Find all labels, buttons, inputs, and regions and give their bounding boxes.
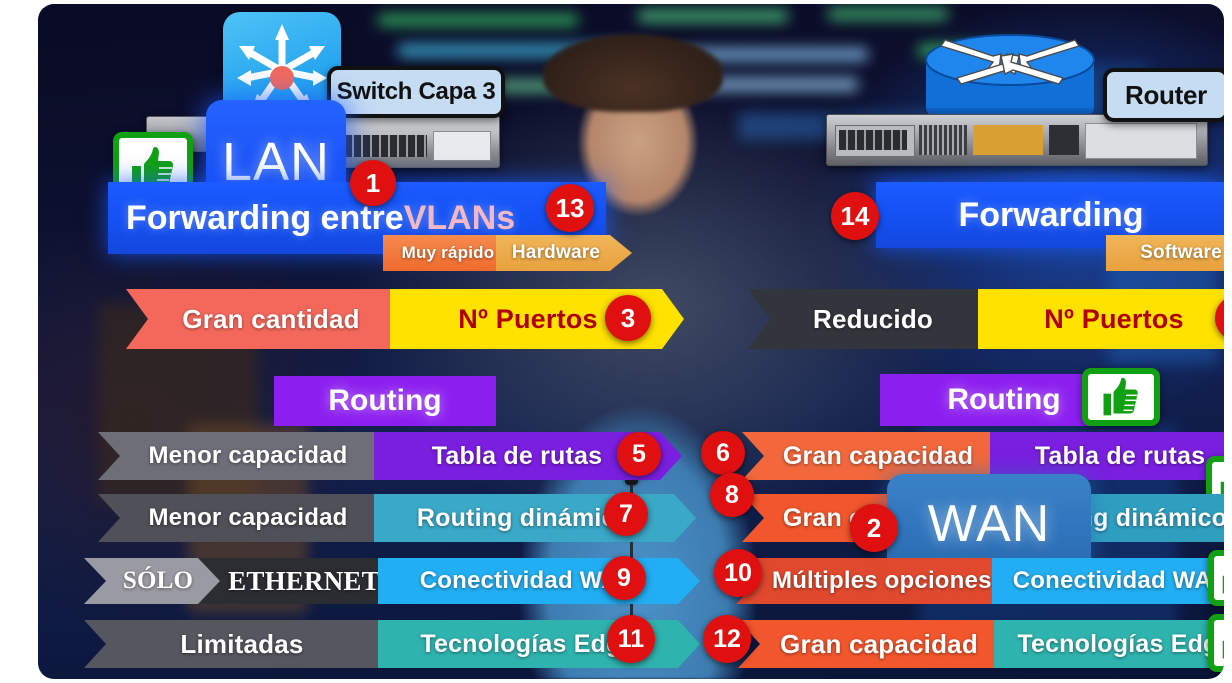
row-edge-left-value: Limitadas bbox=[84, 620, 400, 668]
badge-7[interactable]: 7 bbox=[604, 492, 648, 536]
tag-muy-rapido-label: Muy rápido bbox=[401, 243, 495, 262]
switch-callout: Switch Capa 3 bbox=[327, 66, 505, 118]
slide-root: Switch Capa 3 LAN Router Forwarding entr… bbox=[0, 0, 1232, 683]
badge-13[interactable]: 13 bbox=[546, 184, 594, 232]
badge-5-label: 5 bbox=[632, 439, 646, 468]
row-edge-right-key: Tecnologías Edge bbox=[994, 620, 1224, 668]
badge-1-label: 1 bbox=[365, 167, 381, 198]
row-wanconn-left-label-a: SÓLO bbox=[122, 567, 194, 594]
row-routetable-right-label: Gran capacidad bbox=[782, 441, 974, 470]
row-wanconn-left-key: Conectividad WAN bbox=[378, 558, 700, 604]
row-edge-left-key-label: Tecnologías Edge bbox=[420, 629, 636, 658]
thumbs-up-icon bbox=[1082, 368, 1160, 426]
banner-text-primary: Forwarding entre bbox=[126, 198, 404, 237]
badge-12-label: 12 bbox=[713, 624, 741, 653]
row-routetable-left-key-label: Tabla de rutas bbox=[431, 441, 603, 470]
badge-10[interactable]: 10 bbox=[714, 549, 762, 597]
badge-11-label: 11 bbox=[617, 624, 645, 653]
row-ports-right-value: Reducido bbox=[748, 289, 998, 349]
badge-11[interactable]: 11 bbox=[607, 615, 655, 663]
row-wanconn-right-key: Conectividad WAN bbox=[992, 558, 1224, 604]
presenter-hair bbox=[543, 34, 723, 112]
switch-device-image bbox=[338, 112, 500, 168]
tag-hardware-label: Hardware bbox=[511, 242, 601, 263]
row-edge-right-value: Gran capacidad bbox=[738, 620, 1020, 668]
video-frame: Switch Capa 3 LAN Router Forwarding entr… bbox=[38, 4, 1224, 679]
banner-text-secondary: VLANs bbox=[403, 198, 516, 237]
row-routetable-right-value: Gran capacidad bbox=[742, 432, 1014, 480]
row-ports-right-label: Reducido bbox=[812, 303, 934, 334]
badge-7-label: 7 bbox=[619, 499, 633, 528]
bg-code-blob bbox=[378, 14, 578, 26]
badge-5[interactable]: 5 bbox=[617, 432, 661, 476]
badge-2[interactable]: 2 bbox=[850, 504, 898, 552]
bg-code-blob bbox=[638, 10, 788, 22]
row-edge-left-label: Limitadas bbox=[180, 628, 304, 659]
switch-callout-label: Switch Capa 3 bbox=[336, 78, 496, 105]
badge-3[interactable]: 3 bbox=[605, 295, 651, 341]
wan-label: WAN bbox=[927, 495, 1051, 553]
row-wanconn-left-label-b: ETHERNET bbox=[228, 565, 380, 596]
tag-software: Software bbox=[1106, 235, 1224, 271]
row-dynrouting-left-value: Menor capacidad bbox=[98, 494, 398, 542]
row-routetable-right-key-label: Tabla de rutas bbox=[1034, 441, 1206, 470]
routing-plate-left-label: Routing bbox=[328, 384, 442, 417]
badge-1[interactable]: 1 bbox=[350, 160, 396, 206]
badge-6[interactable]: 6 bbox=[701, 431, 745, 475]
routing-plate-left: Routing bbox=[274, 376, 496, 426]
row-dynrouting-left-key-label: Routing dinámico bbox=[416, 503, 632, 532]
forwarding-banner-label: Forwarding bbox=[958, 195, 1144, 234]
badge-6-label: 6 bbox=[716, 438, 730, 467]
badge-2-label: 2 bbox=[866, 512, 882, 543]
row-dynrouting-left-label: Menor capacidad bbox=[148, 504, 348, 531]
row-routetable-left-value: Menor capacidad bbox=[98, 432, 398, 480]
badge-14[interactable]: 14 bbox=[831, 192, 879, 240]
badge-8[interactable]: 8 bbox=[710, 473, 754, 517]
badge-8-label: 8 bbox=[725, 480, 739, 509]
router-callout-label: Router bbox=[1125, 79, 1207, 110]
tag-software-label: Software bbox=[1140, 242, 1222, 263]
tag-hardware: Hardware bbox=[496, 235, 632, 271]
row-dynrouting-left-key: Routing dinámico bbox=[374, 494, 696, 542]
row-edge-right-label: Gran capacidad bbox=[780, 628, 978, 659]
badge-10-label: 10 bbox=[724, 558, 752, 587]
row-ports-left-key-label: Nº Puertos bbox=[458, 303, 598, 334]
badge-3-label: 3 bbox=[620, 302, 636, 333]
router-callout: Router bbox=[1103, 68, 1224, 122]
badge-14-label: 14 bbox=[840, 200, 870, 231]
row-edge-right-key-label: Tecnologías Edge bbox=[1017, 629, 1224, 658]
row-routetable-right-key: Tabla de rutas bbox=[990, 432, 1224, 480]
routing-plate-right-label: Routing bbox=[947, 383, 1061, 416]
row-ports-right-key: Nº Puertos bbox=[978, 289, 1224, 349]
badge-9-label: 9 bbox=[617, 563, 631, 592]
thumbs-up-icon bbox=[1208, 550, 1224, 606]
row-ports-left-label: Gran cantidad bbox=[182, 303, 360, 334]
row-wanconn-right-label: Múltiples opciones bbox=[772, 567, 992, 594]
row-ports-left-value: Gran cantidad bbox=[126, 289, 416, 349]
badge-13-label: 13 bbox=[555, 192, 585, 223]
badge-12[interactable]: 12 bbox=[703, 615, 751, 663]
row-routetable-left-label: Menor capacidad bbox=[148, 442, 348, 469]
thumbs-up-icon bbox=[1208, 614, 1224, 672]
badge-9[interactable]: 9 bbox=[602, 556, 646, 600]
row-ports-right-key-label: Nº Puertos bbox=[1044, 303, 1184, 334]
row-wanconn-right-key-label: Conectividad WAN bbox=[1012, 567, 1224, 594]
bg-code-blob bbox=[828, 8, 948, 20]
